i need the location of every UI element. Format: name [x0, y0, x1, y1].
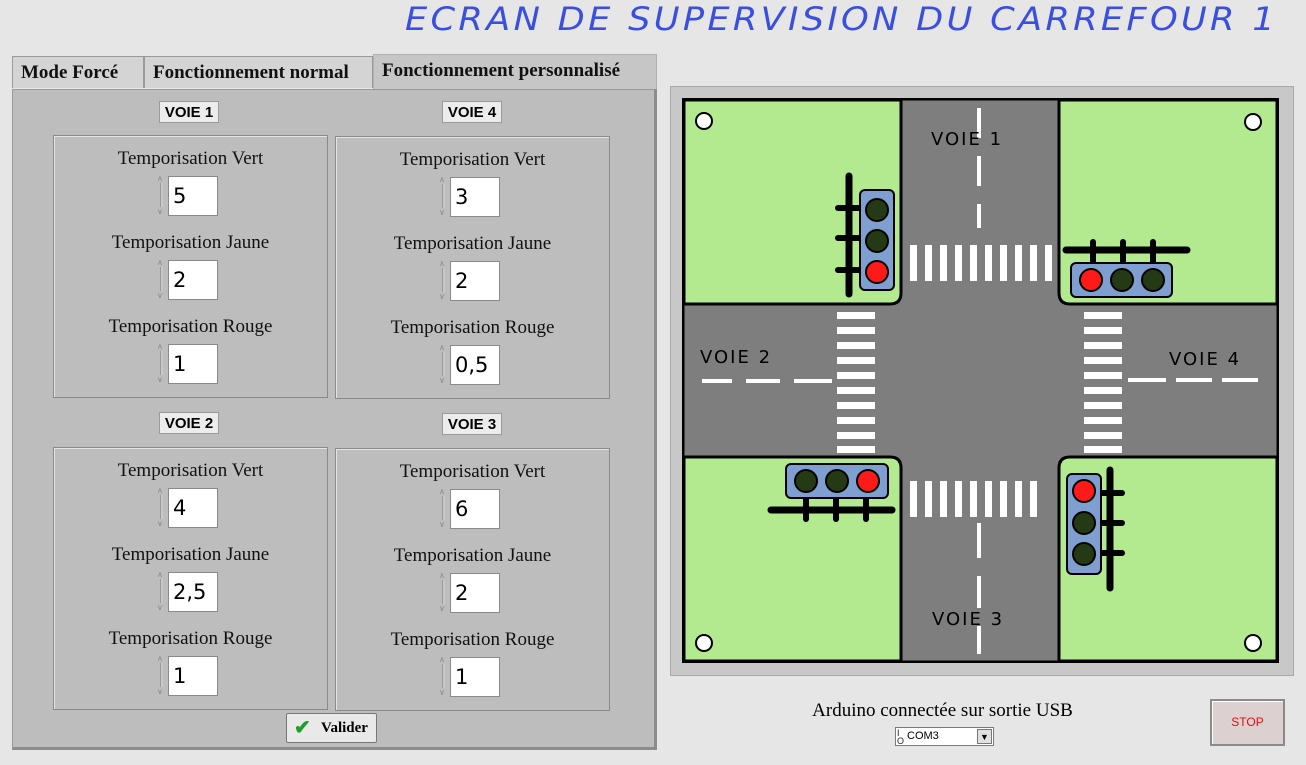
jaune-label: Temporisation Jaune	[393, 233, 552, 254]
voie-3-label: VOIE 3	[442, 413, 502, 435]
vert-stepper[interactable]: ∧ ∨	[439, 487, 448, 529]
light-red-on	[1072, 479, 1096, 503]
road-label-voie-2: VOIE 2	[700, 347, 772, 368]
rouge-label: Temporisation Rouge	[390, 317, 555, 338]
jaune-label: Temporisation Jaune	[111, 544, 270, 565]
jaune-stepper[interactable]: ∧ ∨	[157, 570, 166, 612]
crosswalk-bottom	[910, 481, 1037, 517]
intersection-map: VOIE 1 VOIE 2 VOIE 3 VOIE 4	[681, 97, 1280, 664]
voie-1-group: Temporisation Vert ∧ ∨ 5 Temporisation Ja…	[53, 135, 328, 398]
valider-button[interactable]: ✔ Valider	[286, 713, 377, 743]
rouge-stepper[interactable]: ∧ ∨	[439, 655, 448, 697]
jaune-stepper[interactable]: ∧ ∨	[439, 571, 448, 613]
voie-4-rouge-input[interactable]: 0,5	[450, 345, 500, 385]
light-red-on	[1079, 268, 1103, 292]
vert-stepper[interactable]: ∧ ∨	[439, 175, 448, 217]
light-yellow-off	[825, 469, 849, 493]
vert-label: Temporisation Vert	[399, 149, 546, 170]
light-yellow-off	[1110, 268, 1134, 292]
stop-button[interactable]: STOP	[1210, 699, 1285, 746]
rouge-stepper[interactable]: ∧ ∨	[157, 342, 166, 384]
jaune-stepper[interactable]: ∧ ∨	[157, 258, 166, 300]
settings-panel: VOIE 1 Temporisation Vert ∧ ∨ 5 Temporisa…	[12, 89, 657, 750]
road-label-voie-1: VOIE 1	[931, 129, 1003, 150]
voie-4-label: VOIE 4	[442, 101, 502, 123]
tab-mode-force[interactable]: Mode Forcé	[12, 56, 144, 88]
light-yellow-off	[865, 229, 889, 253]
io-icon: IO	[897, 728, 905, 746]
voie-1-rouge-input[interactable]: 1	[168, 344, 218, 384]
voie-1-vert-input[interactable]: 5	[168, 176, 218, 216]
road-label-voie-4: VOIE 4	[1169, 349, 1241, 370]
rouge-label: Temporisation Rouge	[390, 629, 555, 650]
vert-stepper[interactable]: ∧ ∨	[157, 486, 166, 528]
light-red-on	[856, 469, 880, 493]
voie-3-group: Temporisation Vert ∧ ∨ 6 Temporisation Ja…	[335, 448, 610, 711]
jaune-label: Temporisation Jaune	[393, 545, 552, 566]
rouge-stepper[interactable]: ∧ ∨	[439, 343, 448, 385]
checkmark-icon: ✔	[294, 717, 311, 739]
road-label-voie-3: VOIE 3	[932, 609, 1004, 630]
light-green-off	[794, 469, 818, 493]
vert-label: Temporisation Vert	[117, 460, 264, 481]
page-title: ECRAN DE SUPERVISION DU CARREFOUR 1	[405, 0, 1278, 38]
voie-2-label: VOIE 2	[159, 412, 219, 434]
traffic-light-voie-4	[1062, 239, 1191, 298]
traffic-light-voie-1	[835, 172, 895, 298]
light-yellow-off	[1072, 511, 1096, 535]
vert-stepper[interactable]: ∧ ∨	[157, 174, 166, 216]
voie-4-vert-input[interactable]: 3	[450, 177, 500, 217]
light-green-off	[865, 198, 889, 222]
voie-2-rouge-input[interactable]: 1	[168, 656, 218, 696]
light-green-off	[1141, 268, 1165, 292]
tab-fonctionnement-normal[interactable]: Fonctionnement normal	[144, 56, 373, 88]
voie-1-label: VOIE 1	[159, 101, 219, 123]
voie-4-group: Temporisation Vert ∧ ∨ 3 Temporisation Ja…	[335, 136, 610, 399]
voie-2-group: Temporisation Vert ∧ ∨ 4 Temporisation Ja…	[53, 447, 328, 710]
connection-status: Arduino connectée sur sortie USB	[812, 700, 1073, 721]
chevron-down-icon[interactable]: ▼	[977, 729, 992, 744]
rouge-label: Temporisation Rouge	[108, 316, 273, 337]
voie-2-jaune-input[interactable]: 2,5	[168, 572, 218, 612]
voie-1-jaune-input[interactable]: 2	[168, 260, 218, 300]
jaune-stepper[interactable]: ∧ ∨	[439, 259, 448, 301]
corner-screw	[1244, 113, 1262, 131]
corner-screw	[1244, 634, 1262, 652]
voie-3-rouge-input[interactable]: 1	[450, 657, 500, 697]
tab-fonctionnement-personnalise[interactable]: Fonctionnement personnalisé	[373, 54, 657, 90]
light-red-on	[865, 260, 889, 284]
voie-2-vert-input[interactable]: 4	[168, 488, 218, 528]
corner-screw	[695, 634, 713, 652]
jaune-label: Temporisation Jaune	[111, 232, 270, 253]
rouge-label: Temporisation Rouge	[108, 628, 273, 649]
corner-screw	[695, 112, 713, 130]
light-green-off	[1072, 542, 1096, 566]
vert-label: Temporisation Vert	[399, 461, 546, 482]
traffic-light-voie-2	[767, 463, 896, 522]
voie-3-vert-input[interactable]: 6	[450, 489, 500, 529]
voie-4-jaune-input[interactable]: 2	[450, 261, 500, 301]
rouge-stepper[interactable]: ∧ ∨	[157, 654, 166, 696]
voie-3-jaune-input[interactable]: 2	[450, 573, 500, 613]
com-port-select[interactable]: IO COM3 ▼	[895, 727, 994, 746]
vert-label: Temporisation Vert	[117, 148, 264, 169]
